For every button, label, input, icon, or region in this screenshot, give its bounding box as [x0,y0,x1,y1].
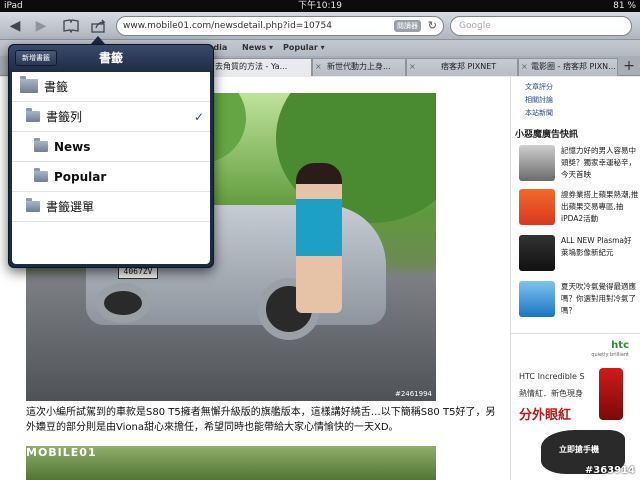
new-tab-button[interactable]: + [620,58,638,76]
htc-logo: htc [611,340,629,351]
share-icon[interactable] [88,16,110,36]
folder-icon [26,108,40,122]
ad-text: 記憶力好的男人容易中頭獎？獨家幸運秘辛，今天首映 [561,146,636,179]
tab-label: 痞客邦 PIXNET [441,62,497,71]
ad-image [519,189,555,225]
battery-indicator: 81 % [613,1,636,11]
phone-image [599,368,623,420]
book-icon[interactable] [60,16,82,36]
bookmark-folder-news[interactable]: News [12,132,210,162]
tab-4[interactable]: × 電影圈 - 痞客邦 PIXN... [518,58,618,76]
tab-1[interactable]: × 去角質的方法 - Ya... [200,58,312,76]
tab-label: 新世代動力上身... [327,62,391,71]
checkmark-icon: ✓ [193,110,204,124]
ad-text: 夏天吹冷氣覺得最適應嗎？你選對用對冷氣了嗎？ [561,282,636,315]
car-wheel [96,283,150,323]
reload-icon[interactable]: ↻ [428,17,437,35]
sidebar-link[interactable]: 本站新聞 [525,108,553,118]
popover-arrow [91,36,105,44]
folder-icon [20,76,38,93]
sidebar-link[interactable]: 文章評分 [525,82,553,92]
htc-product: HTC Incredible S [519,372,585,381]
bookmark-label: News [54,140,91,154]
htc-line2: 分外眼紅 [519,408,572,423]
bookmark-folder-popular[interactable]: Popular [12,162,210,192]
status-bar: iPad 下午10:19 81 % [0,0,640,12]
sidebar-link[interactable]: 相關討論 [525,95,553,105]
back-arrow-icon[interactable]: ◀ [4,16,26,36]
bookmark-label: 書籤選單 [46,200,95,214]
cta-text: 立即搶手機 [559,445,599,454]
bookmark-folder-bookmarks-bar[interactable]: 書籤列 ✓ [12,102,210,132]
mobile01-logo: MOBILE01 [26,446,97,459]
htc-line1: 熱情紅．新色現身 [519,389,583,398]
model-figure [296,163,342,313]
folder-icon [34,138,48,152]
close-icon[interactable]: × [409,59,416,75]
bookmarks-bar-popular[interactable]: Popular ▾ [283,40,325,56]
tab-2[interactable]: × 新世代動力上身... [312,58,406,76]
watermark: #363914 [584,465,635,476]
bookmarks-popover: 書籤 新增書籤 書籤 書籤列 ✓ News Popular 書籤選單 [8,44,214,268]
tab-3[interactable]: × 痞客邦 PIXNET [406,58,518,76]
search-input[interactable]: Google [450,16,632,36]
htc-tagline: quietly brilliant [591,352,629,358]
ad-image [519,145,555,181]
close-icon[interactable]: × [521,59,528,75]
ad-item[interactable]: 證券業搭上蘋果熱潮,推出蘋果交易專區,抽iPDA2活動 [519,189,639,229]
tab-label: 去角質的方法 - Ya... [215,62,288,71]
bookmarks-list: 書籤 書籤列 ✓ News Popular 書籤選單 [12,72,210,264]
folder-icon [34,168,48,182]
ad-image [519,281,555,317]
reader-button[interactable]: 閱讀器 [394,20,421,32]
address-bar[interactable]: www.mobile01.com/newsdetail.php?id=10754… [116,16,444,36]
article-caption: 這次小編所試駕到的車款是S80 T5擁者無懈升級版的旗艦版本，這樣講好繞舌…以下… [26,407,496,433]
ad-item[interactable]: 記憶力好的男人容易中頭獎？獨家幸運秘辛，今天首映 [519,145,637,185]
ad-text: 證券業搭上蘋果熱潮,推出蘋果交易專區,抽iPDA2活動 [561,190,639,223]
bookmark-folder-menu[interactable]: 書籤選單 [12,192,210,222]
ad-heading: 小惡魔廣告快訊 [515,130,579,140]
ad-item[interactable]: ALL NEW Plasma好萊塢影像新紀元 [519,235,637,275]
popover-header: 書籤 新增書籤 [9,45,213,71]
forward-arrow-icon[interactable]: ▶ [30,16,52,36]
new-bookmark-button[interactable]: 新增書籤 [15,50,57,66]
bookmark-label: 書籤列 [46,110,83,124]
ad-item[interactable]: 夏天吹冷氣覺得最適應嗎？你選對用對冷氣了嗎？ [519,281,637,321]
close-icon[interactable]: × [315,59,322,75]
ad-text: ALL NEW Plasma好萊塢影像新紀元 [561,236,632,257]
clock: 下午10:19 [298,1,342,11]
tab-label: 電影圈 - 痞客邦 PIXN... [531,62,616,71]
bookmark-label: 書籤 [44,80,69,94]
bookmark-label: Popular [54,170,107,184]
bookmarks-bar-news[interactable]: News ▾ [242,40,273,56]
htc-banner[interactable]: htc quietly brilliant HTC Incredible S 熱… [511,333,640,480]
bookmark-folder-bookmarks[interactable]: 書籤 [12,72,210,102]
photo-id: #2461994 [394,390,432,398]
folder-icon [26,198,40,212]
ad-image [519,235,555,271]
right-sidebar: 文章評分 相關討論 本站新聞 小惡魔廣告快訊 記憶力好的男人容易中頭獎？獨家幸運… [510,77,640,480]
empty-row [12,222,210,252]
url-text: www.mobile01.com/newsdetail.php?id=10754 [123,21,332,31]
